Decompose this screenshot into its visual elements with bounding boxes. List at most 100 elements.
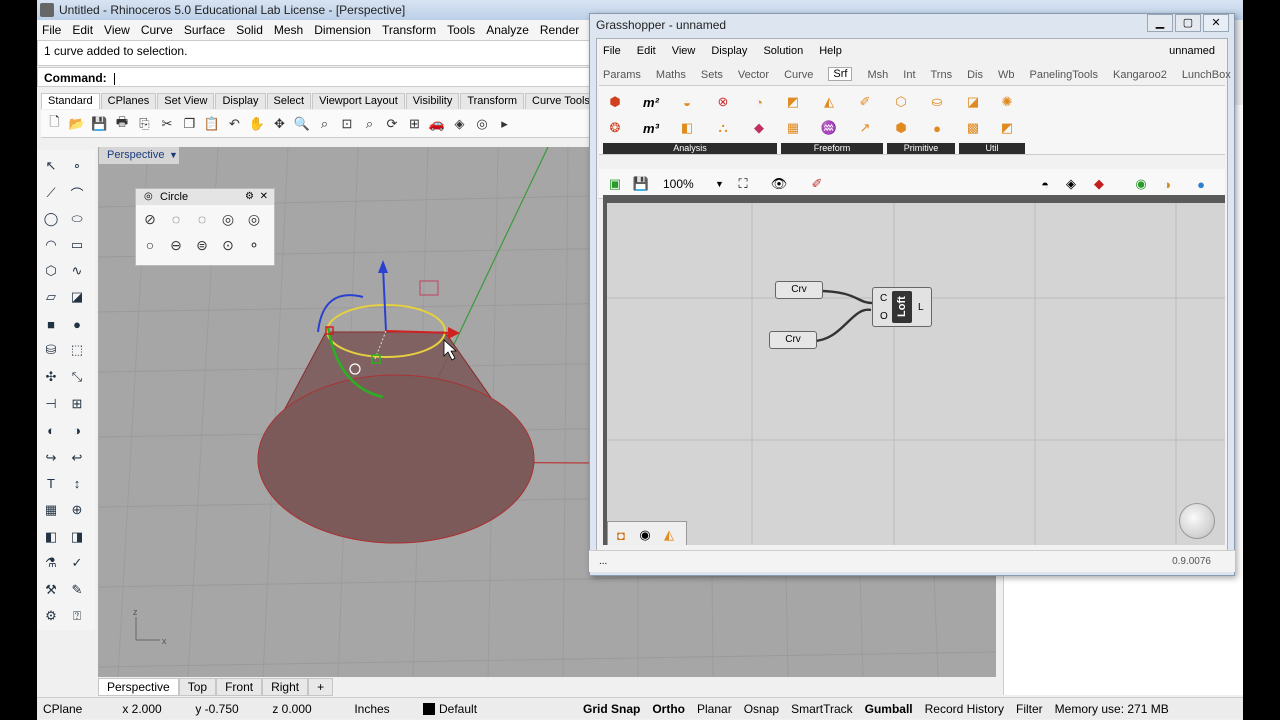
menu-analyze[interactable]: Analyze — [486, 23, 529, 37]
tab-display[interactable]: Display — [215, 93, 266, 109]
circle-3pt-icon[interactable]: ◌ — [192, 209, 212, 229]
menu-dimension[interactable]: Dimension — [314, 23, 371, 37]
viewport-menu-chevron-icon[interactable]: ▼ — [169, 147, 178, 164]
grid-snap-toggle[interactable]: Grid Snap — [577, 702, 646, 716]
menu-mesh[interactable]: Mesh — [274, 23, 303, 37]
gh-tab-trns[interactable]: Trns — [931, 69, 953, 81]
gh-menu-solution[interactable]: Solution — [763, 45, 803, 57]
boolean-diff-icon[interactable]: ◑ — [67, 420, 87, 440]
command-line[interactable]: Command: — [37, 67, 597, 87]
gh-menu-help[interactable]: Help — [819, 45, 842, 57]
deconstruct-brep-icon[interactable]: ❂ — [605, 118, 625, 138]
tab-select[interactable]: Select — [266, 93, 312, 109]
mesh-icon[interactable]: ⬚ — [67, 340, 87, 360]
ellipse-icon[interactable]: ⬭ — [67, 209, 87, 229]
tab-visibility[interactable]: Visibility — [405, 93, 460, 109]
text-icon[interactable]: T — [41, 473, 61, 493]
gh-open-icon[interactable]: ▣ — [605, 174, 625, 194]
undo-icon[interactable]: ↶ — [225, 114, 244, 133]
menu-transform[interactable]: Transform — [382, 23, 436, 37]
polygon-icon[interactable]: ⬡ — [41, 261, 61, 281]
gh-group-primitive-label[interactable]: Primitive — [887, 143, 955, 154]
add-tab-button[interactable]: + — [308, 678, 334, 696]
viewports-icon[interactable]: ⊞ — [405, 114, 424, 133]
point-icon[interactable]: ∘ — [67, 156, 87, 176]
gh-zoom-select[interactable]: 100% ▼ — [663, 175, 724, 193]
more-icon[interactable]: ▸ — [495, 114, 514, 133]
evaluate-box-icon[interactable]: ◧ — [677, 118, 697, 138]
box-icon[interactable]: ■ — [41, 314, 61, 334]
render-icon[interactable]: ◧ — [41, 527, 61, 547]
zoom-selected-icon[interactable]: ⌕ — [360, 114, 379, 133]
planar-toggle[interactable]: Planar — [691, 702, 738, 716]
gh-group-util-label[interactable]: Util — [959, 143, 1025, 154]
close-button[interactable]: ✕ — [1203, 14, 1229, 32]
cut-icon[interactable]: ✂ — [158, 114, 177, 133]
help-icon[interactable]: ⍰ — [67, 606, 87, 626]
align-icon[interactable]: ⊣ — [41, 394, 61, 414]
copy-clipboard-icon[interactable]: ⎘ — [135, 114, 154, 133]
print-icon[interactable]: 🖶 — [113, 114, 132, 133]
tab-transform[interactable]: Transform — [460, 93, 525, 109]
gh-save-icon[interactable]: 💾 — [631, 174, 651, 194]
menu-surface[interactable]: Surface — [184, 23, 225, 37]
gh-node-crv-1[interactable]: Crv — [775, 281, 823, 299]
osculating-icon[interactable]: ⛬ — [713, 118, 733, 138]
isotrim-icon[interactable]: ▩ — [963, 118, 983, 138]
zoom-extents-icon[interactable]: ⊡ — [338, 114, 357, 133]
menu-view[interactable]: View — [104, 23, 130, 37]
surface-icon[interactable]: ▱ — [41, 287, 61, 307]
network-surface-icon[interactable]: ▦ — [783, 118, 803, 138]
menu-file[interactable]: File — [42, 23, 61, 37]
freeform-icon[interactable]: ∿ — [67, 261, 87, 281]
curve-icon[interactable]: ⌒ — [67, 183, 87, 203]
tab-top[interactable]: Top — [178, 678, 217, 696]
maximize-button[interactable]: ▢ — [1175, 14, 1201, 32]
open-folder-icon[interactable]: 📂 — [68, 114, 87, 133]
gh-tab-srf[interactable]: Srf — [828, 67, 853, 81]
gh-navigation-widget[interactable] — [1179, 503, 1215, 539]
boundary-surfaces-icon[interactable]: ◩ — [783, 92, 803, 112]
status-cplane[interactable]: CPlane — [37, 702, 107, 716]
gh-tab-dis[interactable]: Dis — [967, 69, 983, 81]
car-icon[interactable]: 🚗 — [428, 114, 447, 133]
osnap-toggle[interactable]: Osnap — [738, 702, 785, 716]
divide-surface-icon[interactable]: ◪ — [963, 92, 983, 112]
pan-hand-icon[interactable]: ✋ — [248, 114, 267, 133]
cylinder-primitive-icon[interactable]: ⛀ — [927, 92, 947, 112]
gh-preview-eye-icon[interactable]: 👁 — [769, 174, 789, 194]
close-icon[interactable]: ✕ — [260, 189, 268, 205]
gh-menu-view[interactable]: View — [672, 45, 696, 57]
gh-mini-eye-icon[interactable]: ◉ — [635, 525, 655, 545]
move-icon[interactable]: ✥ — [270, 114, 289, 133]
ortho-toggle[interactable]: Ortho — [646, 702, 691, 716]
tab-right[interactable]: Right — [262, 678, 309, 696]
gh-bake-icon[interactable]: ◉ — [1131, 174, 1151, 194]
array-icon[interactable]: ⊞ — [67, 394, 87, 414]
box-corners-icon[interactable]: ⬢ — [605, 92, 625, 112]
select-arrow-icon[interactable]: ↖ — [41, 156, 61, 176]
extrude-icon[interactable]: ◭ — [819, 92, 839, 112]
arc-icon[interactable]: ◠ — [41, 235, 61, 255]
menu-tools[interactable]: Tools — [447, 23, 475, 37]
circle-simple-icon[interactable]: ○ — [140, 235, 160, 255]
surface-edit-icon[interactable]: ◪ — [67, 287, 87, 307]
menu-solid[interactable]: Solid — [236, 23, 263, 37]
closest-point-icon[interactable]: ⊗ — [713, 92, 733, 112]
smarttrack-toggle[interactable]: SmartTrack — [785, 702, 859, 716]
minimize-button[interactable]: ▁ — [1147, 14, 1173, 32]
tab-front[interactable]: Front — [216, 678, 263, 696]
circle-icon[interactable]: ◯ — [41, 209, 61, 229]
gumball-toggle[interactable]: Gumball — [859, 702, 919, 716]
gh-menu-edit[interactable]: Edit — [637, 45, 656, 57]
grid-icon[interactable]: ▦ — [41, 500, 61, 520]
gh-menu-file[interactable]: File — [603, 45, 621, 57]
tab-standard[interactable]: Standard — [41, 93, 100, 109]
menu-curve[interactable]: Curve — [141, 23, 173, 37]
gh-tab-vector[interactable]: Vector — [738, 69, 769, 81]
circle-center-radius-icon[interactable]: ⊘ — [140, 209, 160, 229]
tab-cplanes[interactable]: CPlanes — [100, 93, 157, 109]
gh-node-crv-2[interactable]: Crv — [769, 331, 817, 349]
gh-tab-panelingtools[interactable]: PanelingTools — [1029, 69, 1098, 81]
sweep-icon[interactable]: ✐ — [855, 92, 875, 112]
